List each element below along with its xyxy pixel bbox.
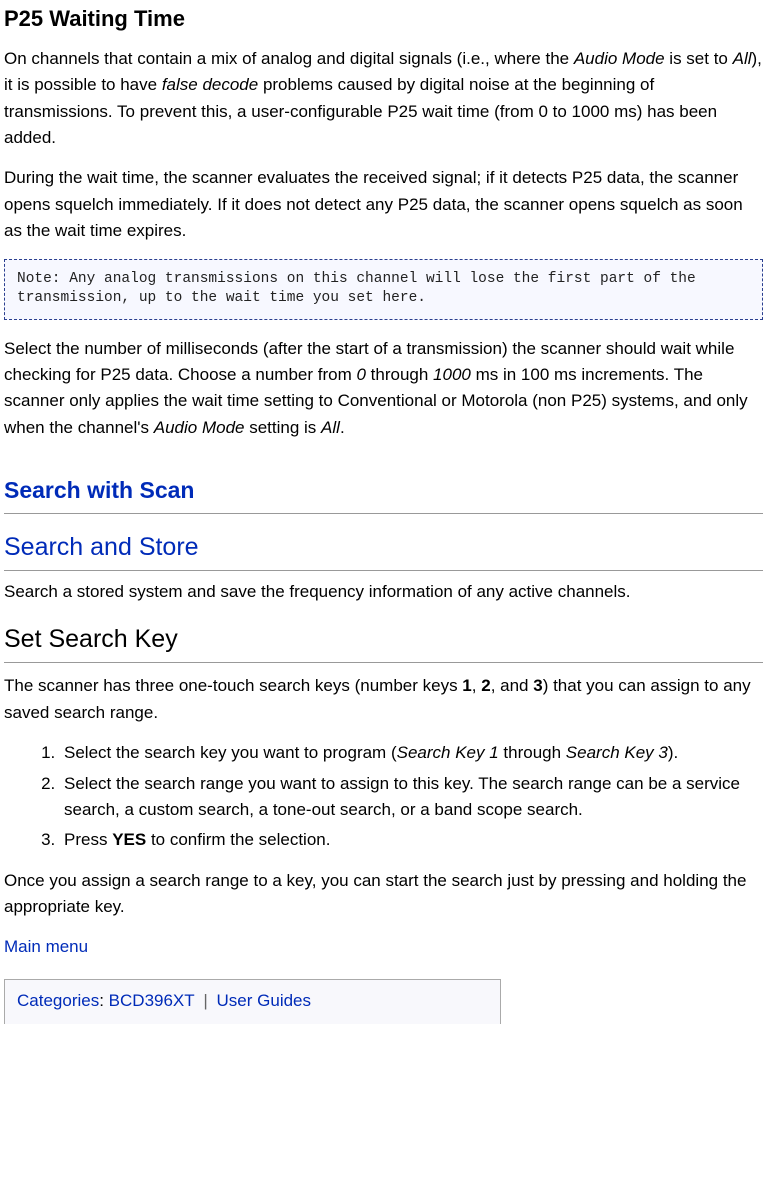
category-user-guides[interactable]: User Guides <box>217 991 311 1010</box>
list-item: Select the search key you want to progra… <box>60 740 763 766</box>
categories-box: Categories: BCD396XT | User Guides <box>4 979 501 1024</box>
list-item: Press YES to confirm the selection. <box>60 827 763 853</box>
text: , and <box>491 676 534 695</box>
text: Press <box>64 830 112 849</box>
text: , <box>472 676 481 695</box>
text: through <box>366 365 433 384</box>
search-key-3-term: Search Key 3 <box>566 743 668 762</box>
set-search-key-heading: Set Search Key <box>4 620 763 664</box>
text: : <box>99 991 108 1010</box>
false-decode-term: false decode <box>162 75 258 94</box>
text: to confirm the selection. <box>146 830 330 849</box>
steps-list: Select the search key you want to progra… <box>4 740 763 853</box>
all-term: All <box>733 49 752 68</box>
note-box: Note: Any analog transmissions on this c… <box>4 259 763 320</box>
separator: | <box>195 991 217 1010</box>
text: The scanner has three one-touch search k… <box>4 676 462 695</box>
list-item: Select the search range you want to assi… <box>60 771 763 824</box>
search-and-store-heading[interactable]: Search and Store <box>4 528 763 572</box>
search-with-scan-heading[interactable]: Search with Scan <box>4 473 763 514</box>
p25-heading: P25 Waiting Time <box>4 0 763 36</box>
text: On channels that contain a mix of analog… <box>4 49 574 68</box>
search-key-outro: Once you assign a search range to a key,… <box>4 868 763 921</box>
thousand-val: 1000 <box>433 365 471 384</box>
all-term: All <box>321 418 340 437</box>
text: ). <box>668 743 678 762</box>
yes-label: YES <box>112 830 146 849</box>
categories-link[interactable]: Categories <box>17 991 99 1010</box>
category-bcd396xt[interactable]: BCD396XT <box>109 991 195 1010</box>
key-1: 1 <box>462 676 471 695</box>
zero-val: 0 <box>356 365 365 384</box>
search-key-intro: The scanner has three one-touch search k… <box>4 673 763 726</box>
key-3: 3 <box>533 676 542 695</box>
text: through <box>499 743 566 762</box>
text: is set to <box>665 49 733 68</box>
text: . <box>340 418 345 437</box>
text: Select the search key you want to progra… <box>64 743 397 762</box>
main-menu-link[interactable]: Main menu <box>4 937 88 956</box>
audio-mode-term: Audio Mode <box>574 49 665 68</box>
text: setting is <box>244 418 321 437</box>
key-2: 2 <box>481 676 490 695</box>
p25-para1: On channels that contain a mix of analog… <box>4 46 763 151</box>
audio-mode-term: Audio Mode <box>154 418 245 437</box>
p25-para3: Select the number of milliseconds (after… <box>4 336 763 441</box>
p25-para2: During the wait time, the scanner evalua… <box>4 165 763 244</box>
search-key-1-term: Search Key 1 <box>397 743 499 762</box>
search-store-para: Search a stored system and save the freq… <box>4 579 763 605</box>
